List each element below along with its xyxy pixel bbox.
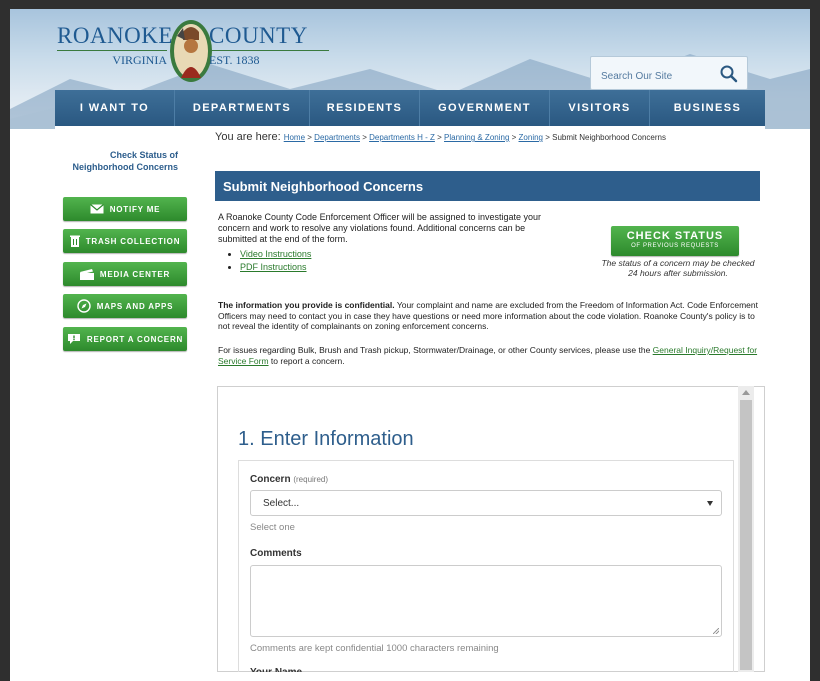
intro-text: A Roanoke County Code Enforcement Office…: [218, 212, 542, 244]
mail-icon: [89, 204, 104, 214]
media-center-button[interactable]: MEDIA CENTER: [63, 262, 187, 286]
notify-me-button[interactable]: NOTIFY ME: [63, 197, 187, 221]
breadcrumb-separator: >: [305, 133, 315, 142]
issues-end: to report a concern.: [268, 355, 345, 366]
confidentiality-heading: The information you provide is confident…: [218, 300, 395, 310]
report-a-concern-button[interactable]: REPORT A CONCERN: [63, 327, 187, 351]
nav-residents[interactable]: RESIDENTS: [310, 90, 420, 126]
concern-select-value: Select...: [263, 497, 300, 509]
speech-bubble-icon: [67, 334, 80, 344]
instruction-links: Video Instructions PDF Instructions: [240, 248, 311, 274]
breadcrumb-departments[interactable]: Departments: [314, 133, 360, 142]
sidebar-check-status-link[interactable]: Check Status of Neighborhood Concerns: [58, 149, 179, 173]
breadcrumb: You are here: Home > Departments > Depar…: [215, 132, 760, 143]
main-nav: I WANT TO DEPARTMENTS RESIDENTS GOVERNME…: [55, 90, 765, 126]
county-logo[interactable]: ROANOKE VIRGINIA COUNTY EST. 1838: [57, 18, 329, 88]
check-status-sublabel: OF PREVIOUS REQUESTS: [631, 243, 719, 249]
maps-and-apps-button[interactable]: MAPS AND APPS: [63, 294, 187, 318]
confidentiality-notice: The information you provide is confident…: [218, 300, 763, 332]
nav-departments[interactable]: DEPARTMENTS: [175, 90, 310, 126]
breadcrumb-separator: >: [359, 133, 370, 142]
chevron-down-icon: [707, 501, 713, 506]
nav-government[interactable]: GOVERNMENT: [420, 90, 550, 126]
form-scrollbar[interactable]: [738, 386, 754, 672]
breadcrumb-prefix: You are here:: [215, 131, 284, 143]
logo-right-name: COUNTY: [209, 23, 308, 48]
breadcrumb-separator: >: [509, 133, 519, 142]
breadcrumb-region: You are here: Home > Departments > Depar…: [215, 132, 760, 143]
comments-label: Comments: [250, 548, 302, 559]
logo-left-sub: VIRGINIA: [57, 50, 167, 67]
video-instructions-link[interactable]: Video Instructions: [240, 249, 311, 259]
check-status-button[interactable]: CHECK STATUS OF PREVIOUS REQUESTS: [611, 226, 739, 256]
county-seal-icon: [170, 20, 212, 82]
check-status-note: The status of a concern may be checked 2…: [601, 258, 755, 278]
clapper-icon: [79, 268, 94, 280]
breadcrumb-current: Submit Neighborhood Concerns: [552, 133, 666, 142]
notify-me-label: NOTIFY ME: [109, 204, 161, 214]
breadcrumb-zoning[interactable]: Zoning: [519, 133, 543, 142]
resize-handle-icon[interactable]: [713, 628, 719, 634]
maps-and-apps-label: MAPS AND APPS: [96, 301, 174, 311]
check-status-label: CHECK STATUS: [626, 230, 724, 242]
search-icon[interactable]: [719, 64, 739, 84]
media-center-label: MEDIA CENTER: [99, 269, 171, 279]
breadcrumb-separator: >: [543, 133, 553, 142]
nav-i-want-to[interactable]: I WANT TO: [55, 90, 175, 126]
trash-collection-button[interactable]: TRASH COLLECTION: [63, 229, 187, 253]
your-name-label: Your Name: [250, 667, 302, 672]
nav-visitors[interactable]: VISITORS: [550, 90, 650, 126]
page-title: Submit Neighborhood Concerns: [215, 171, 760, 201]
other-issues-text: For issues regarding Bulk, Brush and Tra…: [218, 345, 763, 366]
compass-icon: [77, 299, 91, 313]
concern-label-text: Concern: [250, 474, 291, 485]
concern-select[interactable]: Select...: [250, 490, 722, 516]
trash-collection-label: TRASH COLLECTION: [85, 236, 181, 246]
nav-business[interactable]: BUSINESS: [650, 90, 765, 126]
logo-right-sub: EST. 1838: [209, 50, 329, 67]
logo-left-name: ROANOKE: [57, 23, 173, 48]
scroll-thumb[interactable]: [740, 400, 752, 670]
concern-hint: Select one: [250, 522, 295, 533]
breadcrumb-planning-zoning[interactable]: Planning & Zoning: [444, 133, 509, 142]
search-input[interactable]: [601, 66, 711, 86]
comments-hint: Comments are kept confidential 1000 char…: [250, 643, 499, 654]
breadcrumb-home[interactable]: Home: [284, 133, 305, 142]
concern-label: Concern (required): [250, 474, 328, 485]
comments-textarea[interactable]: [250, 565, 722, 637]
list-item: PDF Instructions: [240, 261, 311, 274]
breadcrumb-separator: >: [434, 133, 445, 142]
issues-text: For issues regarding Bulk, Brush and Tra…: [218, 345, 653, 355]
report-a-concern-label: REPORT A CONCERN: [86, 334, 184, 344]
search-box: [590, 56, 748, 90]
required-tag: (required): [293, 475, 329, 484]
form-section-title: 1. Enter Information: [238, 428, 414, 450]
scroll-up-icon[interactable]: [742, 390, 750, 395]
trash-icon: [69, 235, 80, 247]
list-item: Video Instructions: [240, 248, 311, 261]
pdf-instructions-link[interactable]: PDF Instructions: [240, 262, 307, 272]
breadcrumb-departments-h-z[interactable]: Departments H - Z: [369, 133, 435, 142]
